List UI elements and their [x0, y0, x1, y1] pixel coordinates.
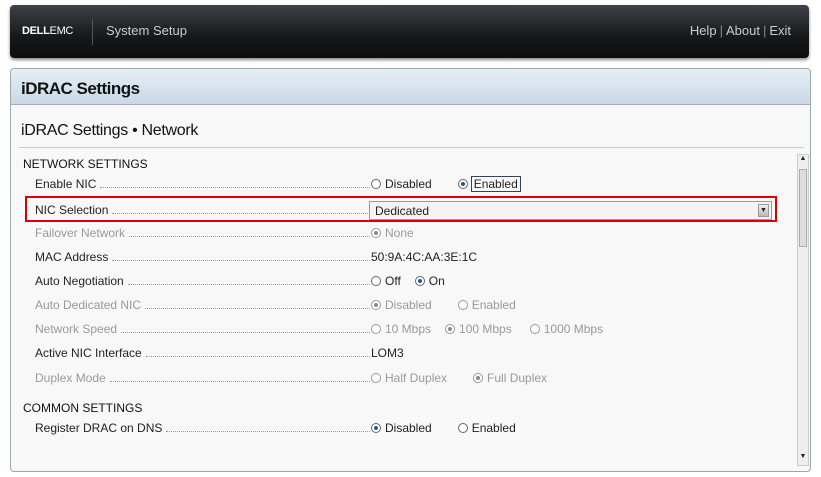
active-nic-value: LOM3 — [371, 346, 404, 360]
radio-off-icon — [529, 324, 540, 334]
label: Network Speed — [35, 322, 118, 336]
chevron-down-icon[interactable]: ▼ — [758, 204, 769, 217]
radio-on-icon — [414, 276, 425, 286]
about-link[interactable]: About — [726, 23, 760, 38]
label: Duplex Mode — [35, 371, 106, 385]
mac-address-value: 50:9A:4C:AA:3E:1C — [371, 250, 478, 264]
label: MAC Address — [35, 250, 109, 264]
radio-auto-ded-enabled: Enabled — [457, 298, 516, 312]
scroll-thumb[interactable] — [799, 169, 807, 247]
radio-on-icon — [371, 423, 381, 433]
exit-link[interactable]: Exit — [769, 23, 791, 38]
row-mac-address: MAC Address 50:9A:4C:AA:3E:1C — [23, 247, 793, 267]
row-register-drac-dns: Register DRAC on DNS Disabled Enabled — [23, 418, 793, 438]
app-title: System Setup — [106, 23, 187, 38]
radio-enable-nic-enabled[interactable]: Enabled — [457, 176, 521, 192]
radio-enable-nic-disabled[interactable]: Disabled — [371, 177, 432, 191]
radio-off-icon — [457, 300, 468, 310]
label: Active NIC Interface — [35, 346, 142, 360]
radio-off-icon — [371, 276, 381, 286]
panel-title: iDRAC Settings — [11, 69, 810, 105]
row-auto-negotiation: Auto Negotiation Off On — [23, 271, 793, 291]
radio-on-icon — [371, 228, 381, 238]
label: Failover Network — [35, 226, 126, 240]
top-bar: DELLEMC System Setup Help | About | Exit — [10, 5, 809, 58]
nic-selection-dropdown[interactable]: Dedicated ▼ — [369, 201, 772, 220]
dell-emc-logo: DELLEMC — [22, 25, 74, 37]
top-links: Help | About | Exit — [689, 23, 791, 38]
radio-auto-neg-on[interactable]: On — [414, 274, 445, 288]
radio-off-icon — [371, 324, 381, 334]
row-active-nic-interface: Active NIC Interface LOM3 — [23, 343, 793, 363]
label: Register DRAC on DNS — [35, 421, 163, 435]
scroll-up-icon[interactable]: ▲ — [798, 155, 808, 167]
radio-auto-ded-disabled: Disabled — [371, 298, 432, 312]
radio-on-icon — [445, 324, 456, 334]
help-link[interactable]: Help — [690, 23, 717, 38]
settings-panel: iDRAC Settings iDRAC Settings • Network … — [10, 68, 811, 472]
divider — [19, 147, 804, 148]
label: Enable NIC — [35, 177, 97, 191]
radio-half-duplex: Half Duplex — [371, 371, 447, 385]
radio-on-icon — [371, 300, 381, 310]
radio-dns-enabled[interactable]: Enabled — [457, 421, 516, 435]
radio-failover-none: None — [371, 226, 414, 240]
row-enable-nic: Enable NIC Disabled Enabled — [23, 174, 793, 194]
section-network-settings: NETWORK SETTINGS — [23, 157, 148, 171]
radio-full-duplex: Full Duplex — [473, 371, 547, 385]
label: NIC Selection — [35, 203, 109, 217]
radio-speed-100: 100 Mbps — [445, 322, 512, 336]
label: Auto Dedicated NIC — [35, 298, 142, 312]
radio-dns-disabled[interactable]: Disabled — [371, 421, 432, 435]
radio-speed-10: 10 Mbps — [371, 322, 431, 336]
row-auto-dedicated-nic: Auto Dedicated NIC Disabled Enabled — [23, 295, 793, 315]
radio-off-icon — [457, 423, 468, 433]
scrollbar[interactable]: ▲ ▼ — [797, 154, 809, 466]
radio-speed-1000: 1000 Mbps — [529, 322, 603, 336]
label: Auto Negotiation — [35, 274, 124, 288]
radio-off-icon — [371, 179, 381, 189]
page-subtitle: iDRAC Settings • Network — [21, 122, 199, 139]
row-failover-network: Failover Network None — [23, 223, 793, 243]
row-duplex-mode: Duplex Mode Half Duplex Full Duplex — [23, 368, 793, 388]
row-nic-selection: NIC Selection Dedicated ▼ — [23, 200, 793, 220]
row-network-speed: Network Speed 10 Mbps 100 Mbps 1000 Mbps — [23, 319, 793, 339]
radio-auto-neg-off[interactable]: Off — [371, 274, 401, 288]
scroll-down-icon[interactable]: ▼ — [798, 453, 808, 465]
divider — [92, 19, 93, 45]
radio-off-icon — [371, 373, 381, 383]
radio-on-icon — [457, 179, 468, 189]
section-common-settings: COMMON SETTINGS — [23, 401, 143, 415]
radio-on-icon — [473, 373, 484, 383]
